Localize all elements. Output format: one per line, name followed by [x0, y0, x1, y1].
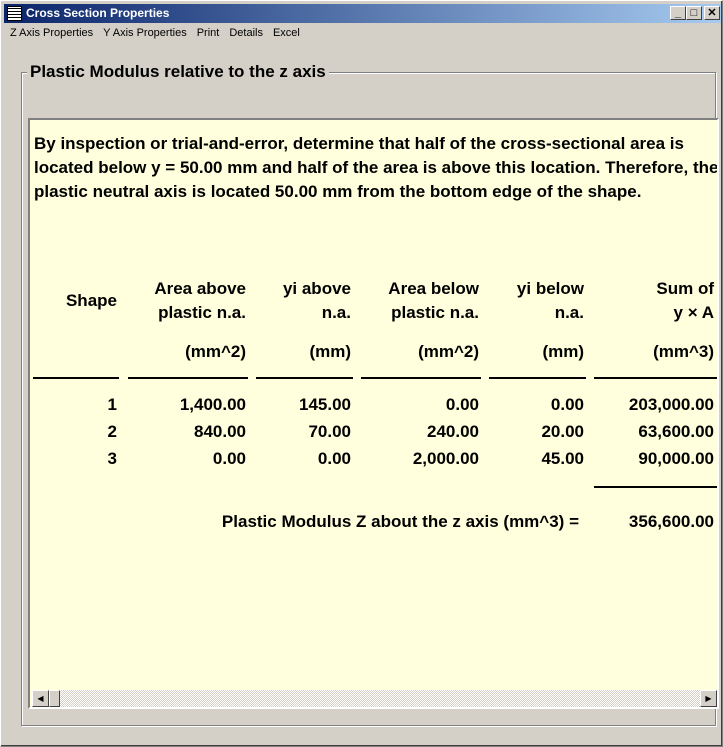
column-unit: (mm)	[542, 342, 584, 361]
table-cell: 2,000.00	[412, 449, 479, 468]
column-unit: (mm)	[309, 342, 351, 361]
scroll-right-button[interactable]: ▶	[700, 690, 717, 707]
minimize-button[interactable]: _	[670, 6, 686, 20]
table-cell: 0.00	[212, 449, 246, 468]
menu-excel[interactable]: Excel	[268, 25, 305, 42]
header-rule	[489, 377, 586, 379]
window-title: Cross Section Properties	[26, 6, 170, 20]
table-cell: 0.00	[550, 395, 584, 414]
scroll-left-button[interactable]: ◀	[32, 690, 49, 707]
column-header: n.a.	[321, 303, 351, 322]
table-cell: 20.00	[541, 422, 584, 441]
menu-z-axis-properties[interactable]: Z Axis Properties	[5, 25, 98, 42]
table-cell: 90,000.00	[638, 449, 714, 468]
menu-details[interactable]: Details	[224, 25, 268, 42]
total-label: Plastic Modulus Z about the z axis (mm^3…	[221, 512, 579, 531]
table-cell: 203,000.00	[628, 395, 714, 414]
menu-bar: Z Axis Properties Y Axis Properties Prin…	[5, 25, 305, 42]
column-header: yi below	[516, 279, 584, 298]
table-cell: 45.00	[541, 449, 584, 468]
column-header: y × A	[673, 303, 714, 322]
header-rule	[256, 377, 353, 379]
menu-print[interactable]: Print	[192, 25, 225, 42]
results-panel: By inspection or trial-and-error, determ…	[28, 118, 719, 709]
maximize-button[interactable]: □	[686, 6, 702, 20]
table-cell: 1,400.00	[179, 395, 246, 414]
table-cell: 70.00	[308, 422, 351, 441]
sum-rule	[594, 486, 717, 488]
column-header: plastic n.a.	[391, 303, 479, 322]
menu-y-axis-properties[interactable]: Y Axis Properties	[98, 25, 192, 42]
header-shape: Shape	[65, 291, 117, 310]
column-unit: (mm^2)	[418, 342, 479, 361]
column-unit: (mm^2)	[185, 342, 246, 361]
table-cell: 63,600.00	[638, 422, 714, 441]
table-cell: 1	[107, 395, 117, 414]
table-cell: 3	[107, 449, 117, 468]
group-title: Plastic Modulus relative to the z axis	[27, 62, 329, 82]
table-cell: 2	[107, 422, 117, 441]
table-cell: 240.00	[427, 422, 479, 441]
table-cell: 0.00	[317, 449, 351, 468]
column-header: yi above	[282, 279, 351, 298]
column-header: Sum of	[656, 279, 714, 298]
explanation-text: By inspection or trial-and-error, determ…	[34, 134, 719, 201]
header-rule	[594, 377, 717, 379]
scroll-thumb[interactable]	[49, 690, 60, 707]
app-icon	[7, 6, 22, 21]
column-unit: (mm^3)	[653, 342, 714, 361]
column-header: Area below	[388, 279, 479, 298]
window: Cross Section Properties _ □ ✕ Z Axis Pr…	[0, 0, 723, 747]
title-bar[interactable]: Cross Section Properties	[4, 4, 721, 23]
header-rule	[33, 377, 119, 379]
close-button[interactable]: ✕	[704, 6, 720, 20]
horizontal-scrollbar[interactable]: ◀ ▶	[32, 690, 717, 707]
table-cell: 840.00	[194, 422, 246, 441]
total-value: 356,600.00	[628, 512, 714, 531]
column-header: n.a.	[554, 303, 584, 322]
column-header: Area above	[154, 279, 246, 298]
header-rule	[128, 377, 248, 379]
table-cell: 145.00	[299, 395, 351, 414]
column-header: plastic n.a.	[158, 303, 246, 322]
header-rule	[361, 377, 481, 379]
table-cell: 0.00	[445, 395, 479, 414]
